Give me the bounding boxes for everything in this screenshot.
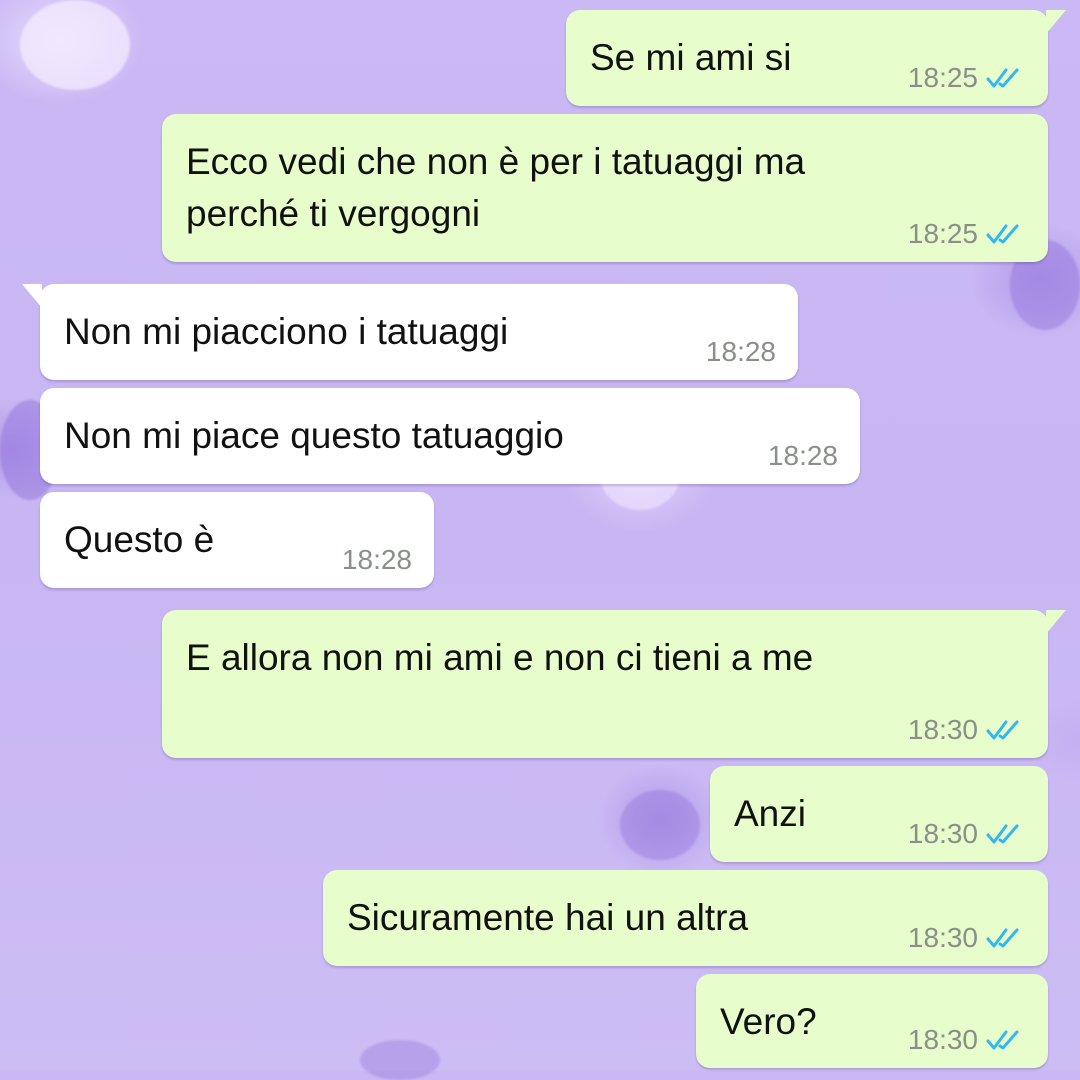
double-check-icon — [986, 68, 1019, 88]
outgoing-message[interactable]: Ecco vedi che non è per i tatuaggi ma pe… — [162, 114, 1048, 262]
message-meta: 18:28 — [768, 440, 838, 472]
message-time: 18:30 — [907, 714, 978, 745]
bubble-tail — [1046, 610, 1066, 634]
message-text: Se mi ami si — [590, 37, 792, 78]
message-text: E allora non mi ami e non ci tieni a me — [186, 637, 814, 678]
message-meta: 18:28 — [706, 336, 776, 368]
wallpaper-flower — [620, 790, 700, 860]
message-time: 18:30 — [907, 922, 978, 953]
message-text: Vero? — [720, 1001, 817, 1042]
message-time: 18:25 — [907, 62, 978, 93]
message-text: Ecco vedi che non è per i tatuaggi ma pe… — [186, 141, 806, 234]
outgoing-message[interactable]: Sicuramente hai un altra 18:30 — [323, 870, 1048, 966]
message-time: 18:30 — [907, 1024, 978, 1055]
message-text: Non mi piacciono i tatuaggi — [64, 311, 509, 352]
outgoing-message[interactable]: E allora non mi ami e non ci tieni a me … — [162, 610, 1066, 758]
message-time: 18:30 — [907, 818, 978, 849]
outgoing-message[interactable]: Vero? 18:30 — [696, 974, 1048, 1068]
message-meta: 18:30 — [908, 922, 1026, 954]
outgoing-message[interactable]: Anzi 18:30 — [710, 766, 1048, 862]
message-meta: 18:25 — [908, 218, 1026, 250]
message-text: Non mi piace questo tatuaggio — [64, 415, 564, 456]
double-check-icon — [986, 928, 1019, 948]
incoming-message[interactable]: Non mi piacciono i tatuaggi 18:28 — [22, 284, 798, 380]
double-check-icon — [986, 824, 1019, 844]
message-meta: 18:28 — [342, 544, 412, 576]
bubble-tail — [22, 284, 42, 308]
incoming-message[interactable]: Non mi piace questo tatuaggio 18:28 — [40, 388, 860, 484]
message-meta: 18:30 — [908, 714, 1026, 746]
message-meta: 18:30 — [908, 1024, 1026, 1056]
incoming-message[interactable]: Questo è 18:28 — [40, 492, 434, 588]
wallpaper-flower — [20, 0, 130, 90]
message-text: Anzi — [734, 793, 806, 834]
message-time: 18:25 — [907, 218, 978, 249]
message-time: 18:28 — [705, 336, 776, 367]
message-text: Questo è — [64, 519, 215, 560]
message-meta: 18:30 — [908, 818, 1026, 850]
message-time: 18:28 — [767, 440, 838, 471]
double-check-icon — [986, 224, 1019, 244]
message-meta: 18:25 — [908, 62, 1026, 94]
wallpaper-flower — [360, 1040, 440, 1080]
bubble-tail — [1046, 10, 1066, 34]
message-time: 18:28 — [341, 544, 412, 575]
double-check-icon — [986, 1030, 1019, 1050]
outgoing-message[interactable]: Se mi ami si 18:25 — [566, 10, 1066, 106]
message-text: Sicuramente hai un altra — [347, 897, 749, 938]
double-check-icon — [986, 720, 1019, 740]
